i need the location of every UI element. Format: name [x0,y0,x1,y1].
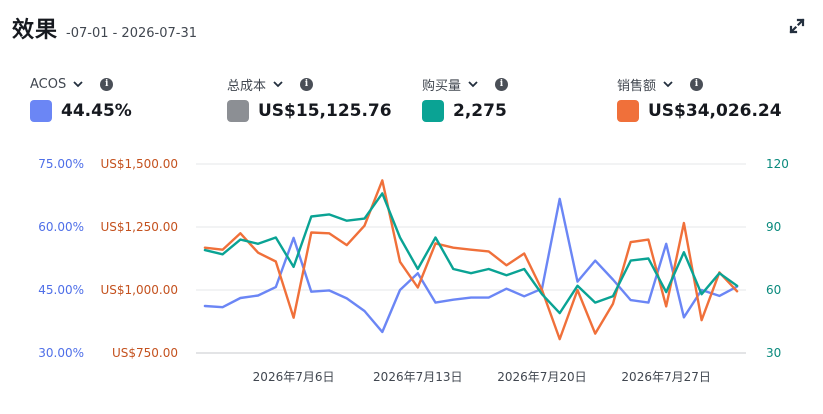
metric-selector[interactable]: 总成本 i [227,74,392,94]
metric-swatch[interactable] [227,100,249,122]
metric-value-row: US$34,026.24 [617,100,782,122]
metric-swatch[interactable] [30,100,52,122]
metric-selector[interactable]: ACOS i [30,74,132,94]
acos-axis-tick-label: 60.00% [38,220,84,234]
metric-value: US$15,125.76 [258,101,392,121]
performance-chart: 30.00% 45.00% 60.00% 75.00% US$750.00 US$1,00… [38,157,789,384]
info-icon[interactable]: i [495,77,509,91]
sales-axis-tick-label: US$1,250.00 [101,220,178,234]
purchases-axis-tick-label: 30 [766,346,781,360]
metric-selector[interactable]: 购买量 i [422,74,509,94]
metric-swatch[interactable] [422,100,444,122]
purchases-axis-tick-label: 60 [766,283,781,297]
info-icon[interactable]: i [100,77,114,91]
widget-header: 效果 -07-01 - 2026-07-31 [12,12,197,44]
metric-value: US$34,026.24 [648,101,782,121]
series-line-purchases [203,192,739,315]
metric-value-row: 2,275 [422,100,508,122]
acos-axis-tick-label: 45.00% [38,283,84,297]
metric-value-row: US$15,125.76 [227,100,392,122]
x-axis-tick-label: 2026年7月27日 [621,370,710,384]
metric-label: 销售额 [617,78,657,94]
date-range: -07-01 - 2026-07-31 [66,26,197,41]
metric-label: 总成本 [227,78,267,94]
metric-value: 44.45% [61,101,132,121]
metric-value-row: 44.45% [30,100,132,122]
metric-swatch[interactable] [617,100,639,122]
metric-value: 2,275 [453,101,507,121]
x-axis-tick-label: 2026年7月13日 [373,370,462,384]
metric-label: ACOS [30,76,67,92]
purchases-axis-tick-label: 120 [766,157,789,171]
chevron-down-icon[interactable] [72,78,84,90]
sales-axis-tick-label: US$1,500.00 [101,157,178,171]
info-icon[interactable]: i [690,77,704,91]
acos-axis-tick-label: 75.00% [38,157,84,171]
info-icon[interactable]: i [300,77,314,91]
expand-icon[interactable] [789,18,805,34]
metric-3: 销售额 i US$34,026.24 [617,74,782,122]
x-axis-tick-label: 2026年7月20日 [497,370,586,384]
series-line-acos [203,197,739,334]
widget-title: 效果 [12,18,59,43]
metric-selector[interactable]: 销售额 i [617,74,782,94]
acos-axis-tick-label: 30.00% [38,346,84,360]
chevron-down-icon[interactable] [272,78,284,90]
x-axis-tick-label: 2026年7月6日 [253,370,335,384]
chevron-down-icon[interactable] [662,78,674,90]
chevron-down-icon[interactable] [467,78,479,90]
purchases-axis-tick-label: 90 [766,220,781,234]
metric-label: 购买量 [422,78,462,94]
metric-0: ACOS i 44.45% [30,74,132,122]
sales-axis-tick-label: US$1,000.00 [101,283,178,297]
metric-2: 购买量 i 2,275 [422,74,509,122]
metric-1: 总成本 i US$15,125.76 [227,74,392,122]
sales-axis-tick-label: US$750.00 [112,346,178,360]
